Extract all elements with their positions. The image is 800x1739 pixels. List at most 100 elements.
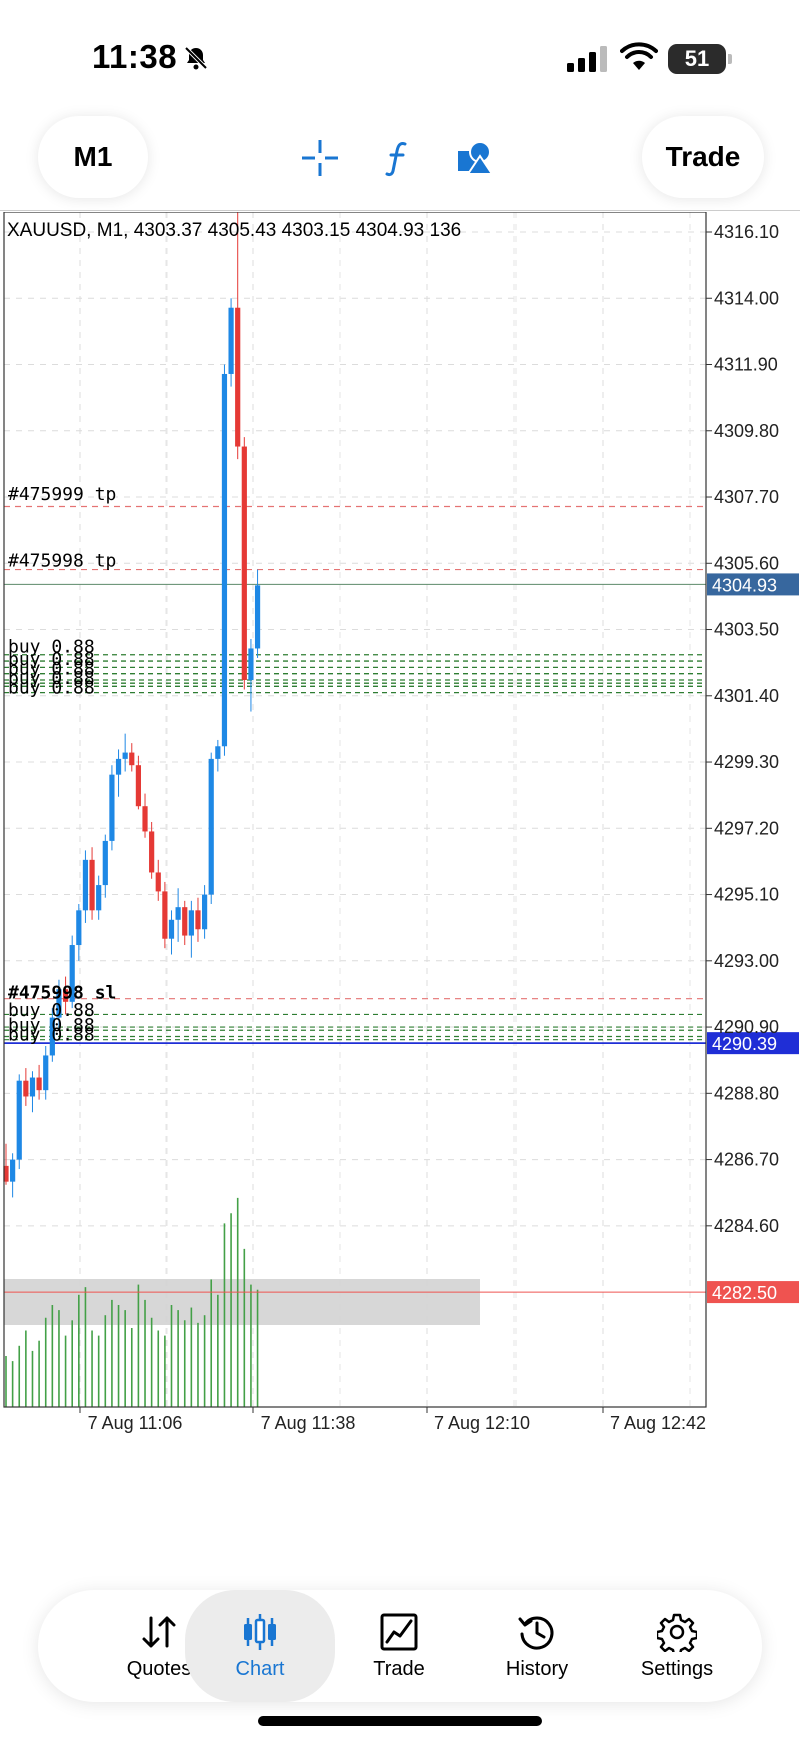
chart-candles-icon — [244, 1613, 276, 1650]
nav-label: Chart — [235, 1657, 285, 1680]
candle-body — [241, 446, 247, 681]
battery-level: 51 — [684, 46, 710, 71]
chart-grid — [4, 212, 706, 1407]
x-tick-label: 7 Aug 11:38 — [261, 1413, 356, 1433]
x-tick-label: 7 Aug 12:10 — [434, 1413, 530, 1433]
blue-level-tag: 4290.39 — [712, 1034, 777, 1054]
status-time: 11:38 — [92, 38, 178, 75]
crosshair-icon[interactable] — [300, 138, 340, 178]
candle-body — [228, 307, 234, 374]
y-tick-label: 4314.00 — [714, 288, 779, 308]
candle-body — [82, 859, 89, 911]
order-label-buy: buy 0.88 — [8, 677, 95, 698]
bell-slash-icon — [184, 46, 208, 70]
y-tick-label: 4305.60 — [714, 553, 779, 573]
order-label-tp: #475999 tp — [8, 484, 116, 505]
toolbar-divider — [0, 210, 800, 211]
trade-label: Trade — [665, 141, 741, 172]
candle-body — [36, 1077, 42, 1091]
wifi-icon — [620, 42, 658, 70]
battery-icon: 51 — [668, 44, 732, 74]
y-tick-label: 4286.70 — [714, 1150, 779, 1170]
bottom-nav: Quotes Chart Trade History Settings — [38, 1590, 762, 1702]
nav-history[interactable]: History — [462, 1590, 612, 1702]
nav-label: Settings — [640, 1657, 714, 1680]
candle-body — [115, 758, 122, 775]
chart-canvas[interactable]: XAUUSD, M1, 4303.37 4305.43 4303.15 4304… — [0, 212, 800, 1580]
history-icon — [518, 1616, 554, 1650]
signal-icon — [567, 46, 607, 72]
timeframe-label: M1 — [73, 141, 113, 172]
chart-toolbar: M1 Trade — [0, 110, 800, 210]
candle-body — [89, 859, 95, 911]
nav-label: History — [505, 1657, 569, 1680]
candle-body — [208, 758, 214, 895]
home-indicator[interactable] — [258, 1716, 542, 1726]
y-tick-label: 4293.00 — [714, 951, 779, 971]
candle-body — [175, 907, 181, 920]
candle-body — [221, 373, 228, 747]
candle-body — [23, 1080, 29, 1097]
timeframe-button[interactable]: M1 — [38, 116, 148, 198]
candle-body — [188, 910, 194, 936]
candle-body — [202, 894, 208, 930]
candle-body — [16, 1080, 22, 1160]
quotes-icon — [142, 1616, 176, 1647]
chart-axes: 4316.10 4314.00 4311.90 4309.80 4307.70 4305.… — [3, 212, 779, 1433]
candle-body — [122, 752, 128, 759]
y-tick-label: 4295.10 — [714, 885, 779, 905]
price-chart[interactable]: XAUUSD, M1, 4303.37 4305.43 4303.15 4304… — [0, 212, 800, 1580]
candle-body — [109, 774, 115, 841]
candle-body — [29, 1077, 36, 1097]
nav-settings[interactable]: Settings — [602, 1590, 752, 1702]
order-levels — [4, 505, 706, 1293]
nav-trade[interactable]: Trade — [324, 1590, 474, 1702]
y-tick-label: 4303.50 — [714, 620, 779, 640]
candle-body — [235, 307, 241, 447]
volume-band-rect — [4, 1279, 480, 1325]
status-bar: 11:38 51 — [0, 0, 800, 110]
volume-band — [4, 1279, 480, 1325]
order-label-tp: #475998 tp — [8, 550, 116, 571]
y-tick-label: 4301.40 — [714, 686, 779, 706]
nav-label: Trade — [373, 1657, 425, 1680]
nav-chart[interactable]: Chart — [185, 1590, 335, 1702]
y-tick-label: 4288.80 — [714, 1083, 779, 1103]
y-tick-label: 4309.80 — [714, 421, 779, 441]
current-price-tag: 4304.93 — [712, 575, 777, 595]
candle-body — [248, 648, 254, 681]
candle-body — [162, 891, 168, 939]
y-tick-label: 4316.10 — [714, 222, 779, 242]
gear-icon — [657, 1613, 697, 1652]
candle-body — [43, 1055, 49, 1091]
plot-frame — [3, 212, 707, 1408]
candle-body — [76, 910, 82, 946]
trade-button[interactable]: Trade — [642, 116, 764, 198]
candle-body — [142, 806, 148, 832]
trade-chart-icon — [380, 1613, 418, 1650]
candle-body — [149, 831, 155, 873]
candle-body — [96, 885, 102, 911]
candle-body — [10, 1159, 16, 1182]
candle-body — [182, 907, 188, 936]
red-level-tag: 4282.50 — [712, 1283, 777, 1303]
indicators-icon[interactable] — [378, 138, 418, 178]
x-tick-label: 7 Aug 11:06 — [88, 1413, 183, 1433]
candle-body — [195, 910, 201, 930]
candle-body — [168, 919, 175, 939]
y-tick-label: 4297.20 — [714, 818, 779, 838]
objects-icon[interactable] — [456, 138, 496, 178]
candle-body — [129, 752, 135, 766]
candle-body — [102, 840, 108, 886]
y-tick-label: 4307.70 — [714, 487, 779, 507]
candle-body — [254, 585, 261, 649]
y-tick-label: 4311.90 — [714, 355, 778, 375]
order-label-buy: buy 0.88 — [8, 1025, 95, 1046]
candle-body — [215, 746, 221, 759]
chart-header: XAUUSD, M1, 4303.37 4305.43 4303.15 4304… — [7, 220, 461, 241]
y-tick-label: 4290.90 — [714, 1017, 779, 1037]
candle-body — [155, 872, 161, 892]
candles — [3, 212, 261, 1198]
y-tick-label: 4284.60 — [714, 1216, 779, 1236]
x-tick-label: 7 Aug 12:42 — [610, 1413, 706, 1433]
